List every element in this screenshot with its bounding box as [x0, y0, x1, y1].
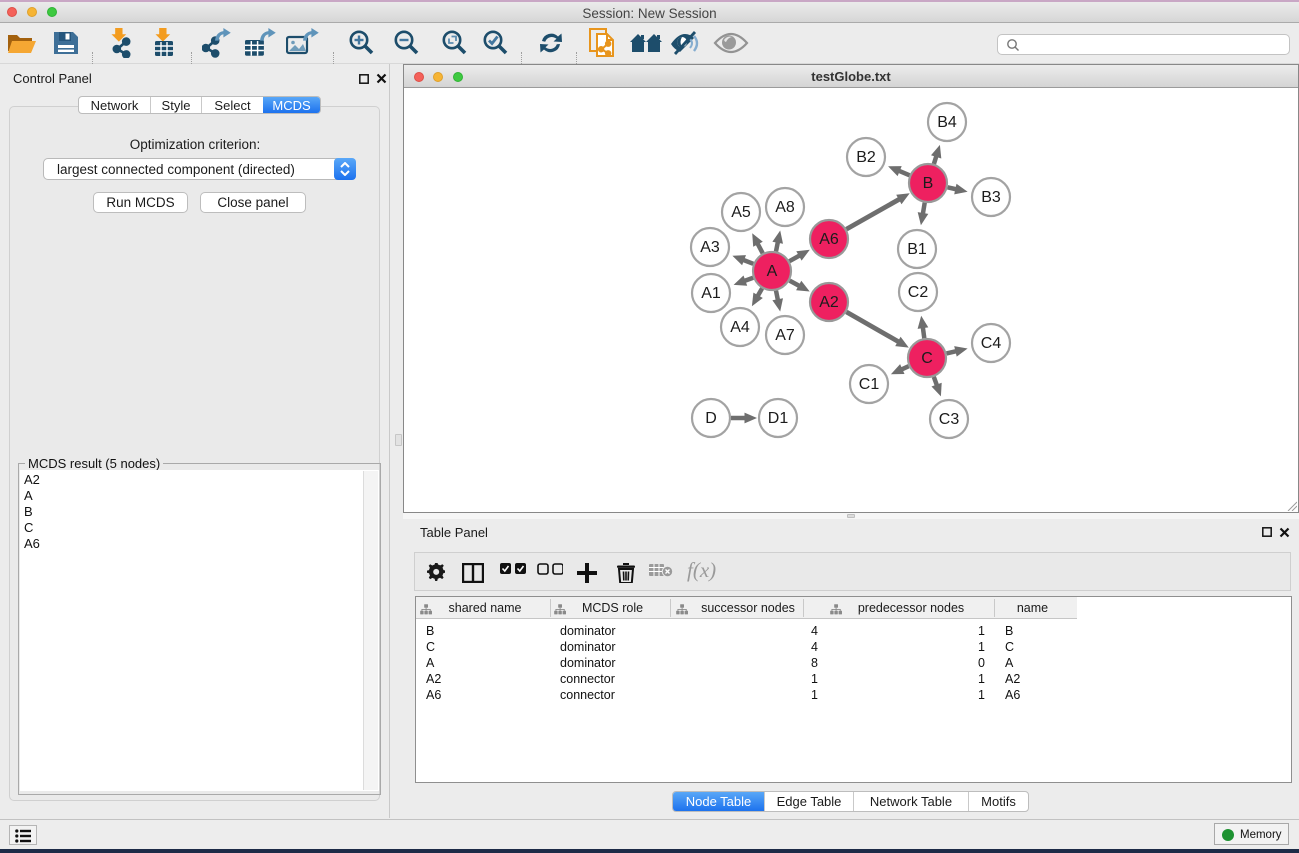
svg-text:A4: A4	[730, 319, 750, 336]
svg-text:A5: A5	[731, 204, 751, 221]
svg-text:A1: A1	[701, 285, 721, 302]
svg-text:B: B	[923, 175, 934, 192]
svg-text:C3: C3	[939, 411, 960, 428]
svg-text:C4: C4	[981, 335, 1002, 352]
svg-text:A3: A3	[700, 239, 720, 256]
svg-text:B4: B4	[937, 114, 957, 131]
svg-text:A: A	[767, 263, 778, 280]
svg-text:A8: A8	[775, 199, 795, 216]
svg-text:C: C	[921, 350, 933, 367]
svg-text:A7: A7	[775, 327, 795, 344]
svg-text:D1: D1	[768, 410, 789, 427]
svg-text:B3: B3	[981, 189, 1001, 206]
svg-text:C2: C2	[908, 284, 929, 301]
svg-text:B2: B2	[856, 149, 876, 166]
svg-text:A2: A2	[819, 294, 839, 311]
svg-text:B1: B1	[907, 241, 927, 258]
svg-text:A6: A6	[819, 231, 839, 248]
svg-text:D: D	[705, 410, 717, 427]
svg-text:C1: C1	[859, 376, 880, 393]
